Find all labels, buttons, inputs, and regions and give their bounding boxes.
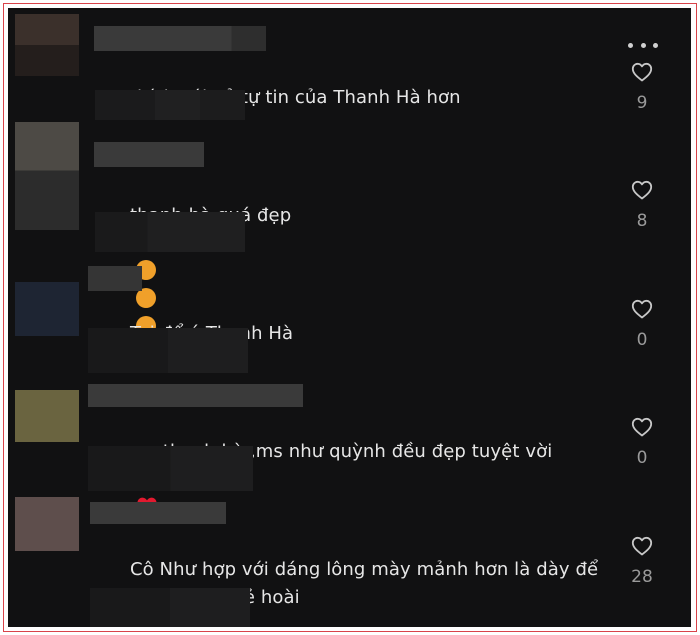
username-blurred[interactable] [88, 266, 142, 291]
like-count: 0 [636, 448, 648, 468]
blurred-reply-area [88, 328, 248, 373]
heart-outline-icon[interactable] [629, 534, 655, 558]
username-blurred[interactable] [94, 26, 266, 51]
like-count: 9 [636, 93, 648, 113]
comments-panel: thích cái vẻ tự tin của Thanh Hà hơn 9 t… [8, 8, 691, 627]
like-count: 0 [636, 330, 648, 350]
avatar[interactable] [15, 282, 79, 336]
like-button[interactable]: 9 [625, 60, 659, 114]
avatar[interactable] [15, 14, 79, 76]
like-count: 8 [636, 211, 648, 231]
like-count: 28 [631, 567, 653, 587]
like-button[interactable]: 8 [625, 178, 659, 232]
blurred-reply-area [90, 588, 250, 627]
username-blurred[interactable] [90, 502, 226, 524]
like-button[interactable]: 0 [625, 415, 659, 469]
blurred-reply-area [95, 212, 245, 252]
heart-outline-icon[interactable] [629, 60, 655, 84]
blurred-reply-area [95, 90, 245, 120]
blurred-reply-area [88, 446, 253, 491]
avatar[interactable] [15, 390, 79, 442]
like-button[interactable]: 0 [625, 297, 659, 351]
avatar[interactable] [15, 497, 79, 551]
username-blurred[interactable] [94, 142, 204, 167]
like-button[interactable]: 28 [625, 534, 659, 588]
avatar[interactable] [15, 122, 79, 230]
heart-outline-icon[interactable] [629, 297, 655, 321]
username-blurred[interactable] [88, 384, 303, 407]
more-options-icon[interactable] [628, 41, 658, 49]
heart-outline-icon[interactable] [629, 178, 655, 202]
heart-outline-icon[interactable] [629, 415, 655, 439]
